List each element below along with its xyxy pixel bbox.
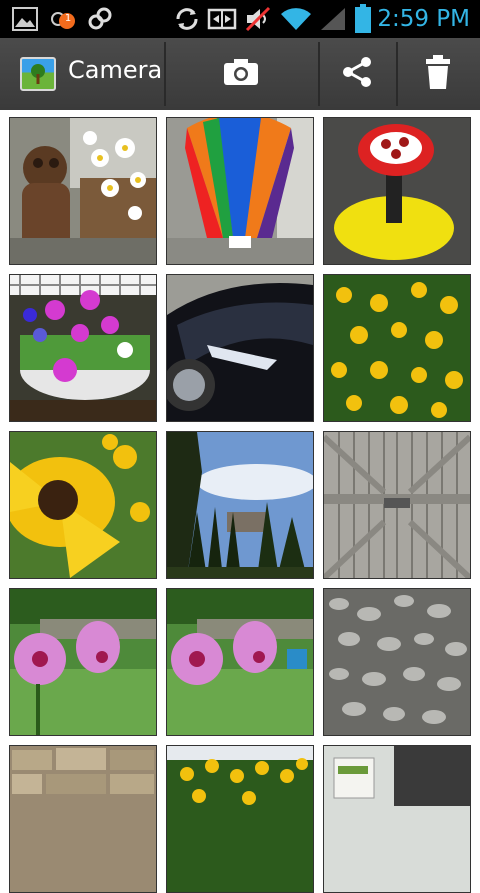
- sync-icon: [172, 0, 202, 38]
- share-button[interactable]: [320, 38, 394, 110]
- clock: 2:59 PM: [377, 6, 470, 32]
- camera-icon: [223, 58, 259, 90]
- photo-thumbnail[interactable]: [323, 431, 471, 579]
- camera-button[interactable]: [166, 38, 316, 110]
- delete-button[interactable]: [398, 38, 478, 110]
- wifi-icon: [278, 0, 314, 38]
- app-home-button[interactable]: Camera: [0, 38, 163, 110]
- photo-thumbnail[interactable]: [323, 274, 471, 422]
- status-bar: 1 2:59 PM: [0, 0, 480, 38]
- photo-thumbnail[interactable]: [323, 117, 471, 265]
- gallery-app-icon: [20, 57, 56, 91]
- action-bar: Camera: [0, 38, 480, 110]
- photo-grid: [0, 110, 480, 893]
- chain-link-icon: [86, 0, 114, 38]
- photo-thumbnail[interactable]: [9, 117, 157, 265]
- photo-thumbnail[interactable]: [166, 117, 314, 265]
- photo-thumbnail[interactable]: [166, 745, 314, 893]
- page-title: Camera: [68, 56, 163, 84]
- battery-icon: [352, 0, 374, 38]
- delete-icon: [424, 54, 452, 94]
- photo-thumbnail[interactable]: [166, 274, 314, 422]
- share-icon: [340, 55, 374, 93]
- photo-thumbnail[interactable]: [9, 588, 157, 736]
- screen-mirror-icon: [206, 0, 238, 38]
- photo-thumbnail[interactable]: [9, 431, 157, 579]
- photo-thumbnail[interactable]: [166, 431, 314, 579]
- photo-thumbnail[interactable]: [9, 745, 157, 893]
- photo-thumbnail[interactable]: [323, 588, 471, 736]
- gallery-icon: [10, 0, 40, 38]
- mute-icon: [242, 0, 274, 38]
- signal-icon: [318, 0, 348, 38]
- photo-thumbnail[interactable]: [166, 588, 314, 736]
- photo-thumbnail[interactable]: [323, 745, 471, 893]
- photo-thumbnail[interactable]: [9, 274, 157, 422]
- notification-count: 1: [64, 13, 72, 24]
